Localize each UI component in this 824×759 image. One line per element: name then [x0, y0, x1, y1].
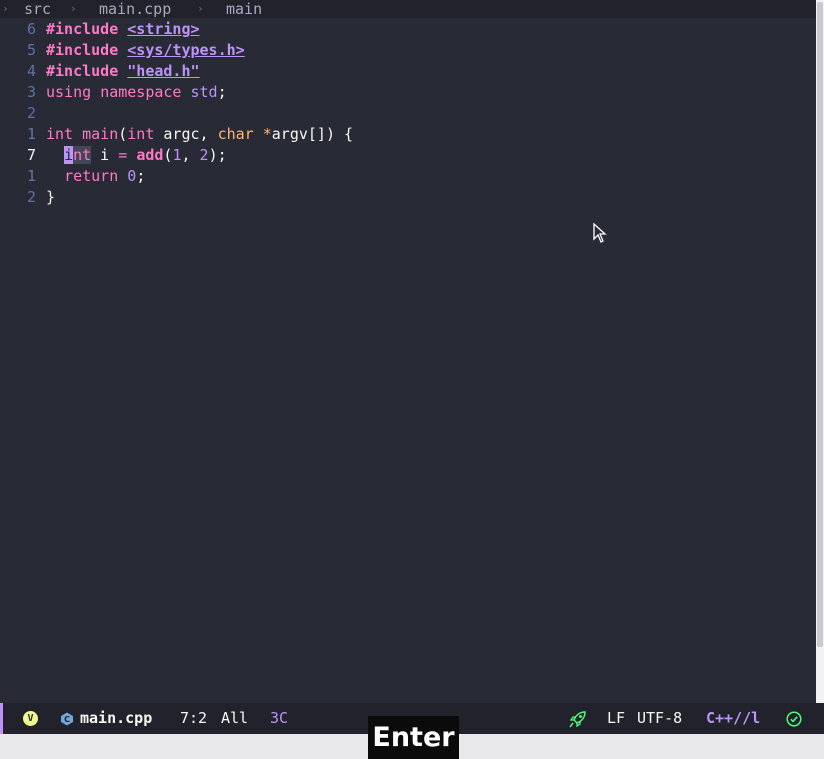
scrollbar-thumb[interactable]	[817, 2, 823, 647]
line-number: 6	[26, 20, 36, 38]
code-token: add	[136, 146, 164, 164]
code-token: argv[]) {	[271, 125, 354, 143]
code-token: namespace	[100, 83, 182, 101]
line-code[interactable]: int i = add(1, 2);	[46, 145, 227, 166]
text-cursor: i	[64, 146, 74, 164]
line-code[interactable]: #include <sys/types.h>	[46, 40, 245, 61]
line-code[interactable]: int main(int argc, char *argv[]) {	[46, 124, 353, 145]
line-code[interactable]: #include <string>	[46, 19, 200, 40]
evil-state-badge: V	[23, 711, 38, 726]
editor-window[interactable]: › src › main.cpp › main 6 #include <strin…	[0, 0, 816, 703]
breadcrumb-function[interactable]: main	[226, 0, 262, 18]
code-token: "head.h"	[127, 62, 200, 80]
code-line[interactable]: 5 #include <sys/types.h>	[0, 40, 816, 61]
code-token: int	[127, 125, 155, 143]
line-number: 5	[26, 41, 36, 59]
code-token: =	[118, 146, 128, 164]
code-token: );	[208, 146, 227, 164]
line-code[interactable]: using namespace std;	[46, 82, 227, 103]
rocket-icon	[569, 711, 586, 728]
code-line[interactable]: 1 return 0;	[0, 166, 816, 187]
modeline-encoding[interactable]: UTF-8	[637, 703, 682, 734]
breadcrumb-file[interactable]: main.cpp	[99, 0, 171, 18]
code-token: <string>	[127, 20, 200, 38]
code-line[interactable]: 4 #include "head.h"	[0, 61, 816, 82]
breadcrumb: › src › main.cpp › main	[0, 0, 816, 18]
code-token: 2	[199, 146, 209, 164]
mouse-pointer-icon	[593, 223, 607, 243]
line-number: 4	[26, 62, 36, 80]
code-line[interactable]: 1 int main(int argc, char *argv[]) {	[0, 124, 816, 145]
line-number: 2	[26, 188, 36, 206]
code-line[interactable]: 3 using namespace std;	[0, 82, 816, 103]
code-token: char	[217, 125, 254, 143]
code-line[interactable]: 2}	[0, 187, 816, 208]
modeline-scope: All	[221, 709, 249, 727]
svg-text:C: C	[64, 715, 70, 724]
code-token: using	[46, 83, 92, 101]
breadcrumb-separator: ›	[197, 2, 204, 15]
check-circle-icon[interactable]	[786, 711, 802, 727]
modeline-column: 3C	[270, 709, 289, 727]
line-code[interactable]: return 0;	[46, 166, 145, 187]
code-token: main	[82, 125, 119, 143]
cpp-icon: C	[61, 712, 73, 726]
code-token: }	[46, 188, 56, 206]
breadcrumb-separator: ›	[2, 2, 9, 15]
code-token: <sys/types.h>	[127, 41, 245, 59]
code-token: #include	[46, 62, 119, 80]
code-token: ;	[136, 167, 146, 185]
code-token: ,	[181, 146, 200, 164]
line-number: 3	[26, 83, 36, 101]
code-token: std	[190, 83, 218, 101]
modeline-indicator	[0, 703, 3, 734]
code-lines[interactable]: 6 #include <string> 5 #include <sys/types.h…	[0, 19, 816, 208]
code-token: i	[91, 146, 119, 164]
code-token: argc,	[154, 125, 218, 143]
code-token: nt	[73, 146, 92, 164]
modeline-major-mode[interactable]: C++//l	[706, 703, 760, 734]
line-number: 1	[26, 125, 36, 143]
line-number: 1	[26, 167, 36, 185]
code-line[interactable]: 7 int i = add(1, 2);	[0, 145, 816, 166]
line-code[interactable]: #include "head.h"	[46, 61, 200, 82]
line-code[interactable]: }	[46, 187, 55, 208]
code-token: #include	[46, 41, 119, 59]
code-token: *	[262, 125, 272, 143]
modeline-eol[interactable]: LF	[607, 703, 625, 734]
line-number: 2	[26, 104, 36, 122]
code-token: 0	[127, 167, 137, 185]
modeline-position: 7:2	[180, 709, 208, 727]
breadcrumb-src[interactable]: src	[24, 0, 51, 18]
code-token: #include	[46, 20, 119, 38]
breadcrumb-separator: ›	[70, 2, 77, 15]
code-token: return	[64, 167, 119, 185]
modeline-filename[interactable]: main.cpp	[80, 703, 152, 734]
key-overlay: Enter	[368, 716, 459, 759]
code-line[interactable]: 2	[0, 103, 816, 124]
code-token: int	[46, 125, 74, 143]
code-token: (	[118, 125, 128, 143]
code-token: ;	[217, 83, 227, 101]
code-line[interactable]: 6 #include <string>	[0, 19, 816, 40]
